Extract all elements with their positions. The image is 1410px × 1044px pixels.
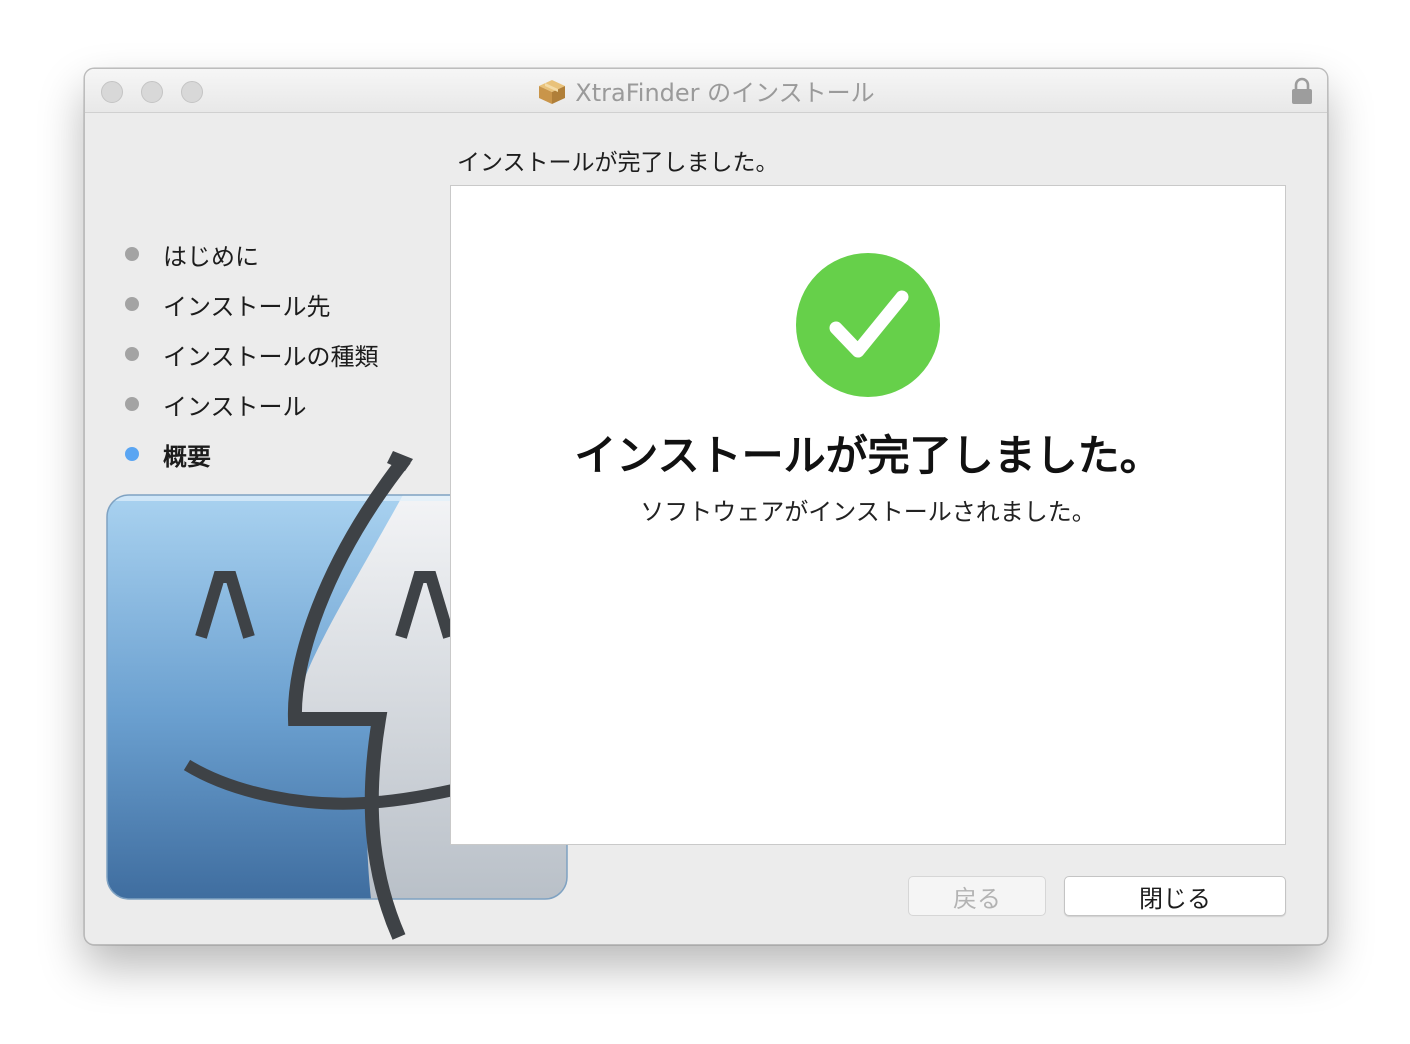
back-button[interactable]: 戻る — [908, 876, 1046, 916]
completion-subtitle: ソフトウェアがインストールされました。 — [640, 498, 1096, 526]
close-button[interactable]: 閉じる — [1064, 876, 1286, 916]
package-icon — [539, 79, 566, 104]
completion-title: インストールが完了しました。 — [574, 431, 1162, 480]
step-label: インストール先 — [163, 292, 331, 321]
title-bar[interactable]: XtraFinder のインストール — [85, 69, 1327, 113]
step-label: はじめに — [163, 242, 259, 271]
step-bullet-icon — [125, 247, 139, 261]
content-panel: インストールが完了しました。 ソフトウェアがインストールされました。 — [450, 185, 1286, 845]
step-item-introduction: はじめに — [123, 229, 379, 279]
step-item-destination: インストール先 — [123, 279, 379, 329]
step-label: インストールの種類 — [163, 342, 379, 371]
step-label: インストール — [163, 392, 307, 421]
step-bullet-icon — [125, 397, 139, 411]
step-item-installation-type: インストールの種類 — [123, 329, 379, 379]
step-list: はじめに インストール先 インストールの種類 インストール 概要 — [123, 229, 379, 479]
section-heading: インストールが完了しました。 — [457, 150, 779, 176]
window-title-text: XtraFinder のインストール — [575, 79, 875, 107]
step-item-installation: インストール — [123, 379, 379, 429]
window-title: XtraFinder のインストール — [85, 69, 1327, 112]
lock-icon[interactable] — [1291, 77, 1313, 105]
step-bullet-icon — [125, 347, 139, 361]
installer-window: XtraFinder のインストール インストールが完了しました。 はじめに イ… — [84, 68, 1328, 945]
checkmark-icon — [796, 253, 940, 397]
step-bullet-icon — [125, 297, 139, 311]
